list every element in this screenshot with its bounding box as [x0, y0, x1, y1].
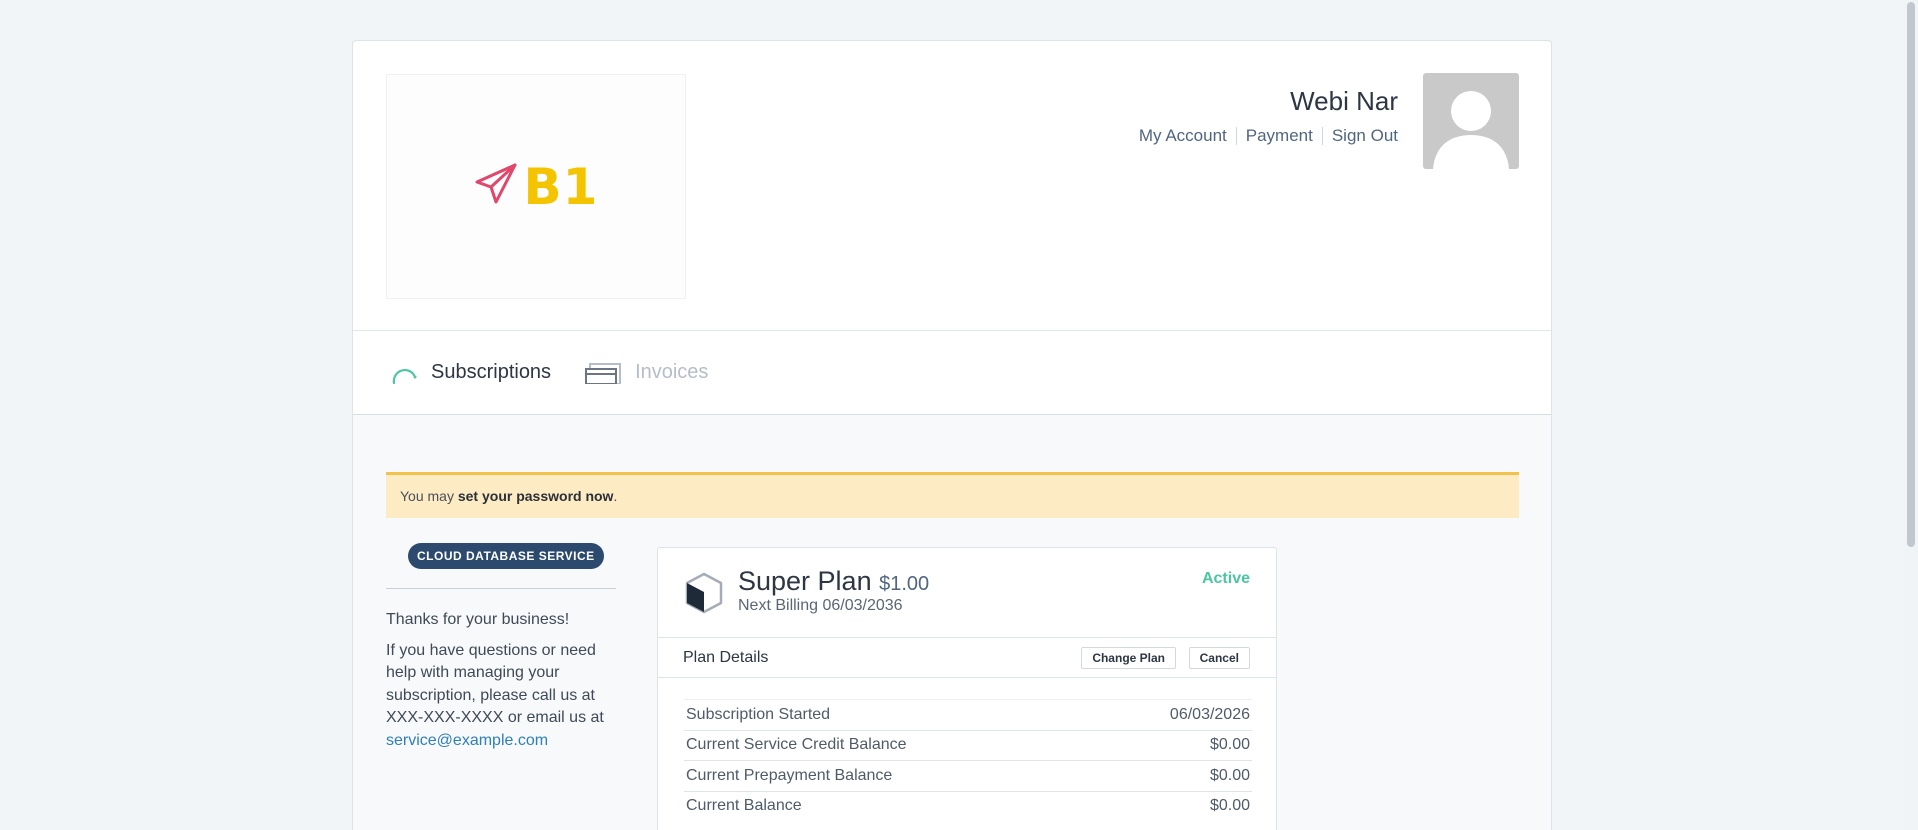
help-body: If you have questions or need help with …: [386, 641, 604, 727]
row-label: Subscription Started: [686, 705, 831, 723]
status-badge: Active: [1201, 570, 1250, 587]
plan-details-label: Plan Details: [683, 649, 769, 666]
tab-subscriptions[interactable]: Subscriptions: [391, 361, 551, 384]
table-row: Current Service Credit Balance $0.00: [684, 729, 1252, 761]
row-value: 06/03/2026: [1169, 705, 1250, 723]
sidebar-divider: [386, 588, 616, 589]
sign-out-link[interactable]: Sign Out: [1321, 127, 1398, 145]
service-badge: CLOUD DATABASE SERVICE: [408, 543, 604, 569]
subscriptions-panel: You may set your password now. CLOUD DAT…: [353, 415, 1551, 830]
table-row: Subscription Started 06/03/2026: [684, 699, 1252, 730]
plan-price: $1.00: [879, 573, 930, 595]
support-sidebar: CLOUD DATABASE SERVICE Thanks for your b…: [386, 543, 616, 752]
logo-text: B1: [523, 157, 599, 216]
row-value: $0.00: [1209, 766, 1250, 784]
row-value: $0.00: [1209, 797, 1250, 815]
alert-prefix: You may: [400, 488, 458, 504]
plan-details-table: Subscription Started 06/03/2026 Current …: [684, 699, 1252, 821]
table-row: Current Prepayment Balance $0.00: [684, 760, 1252, 791]
plan-card: Super Plan $1.00 Next Billing 06/03/2036…: [657, 547, 1277, 830]
plan-name: Super Plan: [738, 566, 872, 596]
row-label: Current Service Credit Balance: [686, 736, 907, 754]
avatar[interactable]: [1423, 73, 1519, 169]
plan-title: Super Plan $1.00: [738, 566, 929, 597]
plan-header: Super Plan $1.00 Next Billing 06/03/2036…: [658, 548, 1276, 638]
paper-plane-icon: [474, 162, 518, 211]
invoices-icon: [585, 362, 623, 384]
password-alert: You may set your password now.: [386, 472, 1519, 518]
row-label: Current Balance: [686, 797, 802, 815]
tab-bar: Subscriptions Invoices: [353, 331, 1551, 415]
plan-details-bar: Plan Details Change Plan Cancel: [658, 638, 1276, 678]
user-name: Webi Nar: [1290, 86, 1398, 116]
tab-invoices-label: Invoices: [635, 361, 709, 383]
tab-invoices[interactable]: Invoices: [585, 361, 708, 384]
page-scrollbar[interactable]: [1904, 0, 1918, 830]
set-password-link[interactable]: set your password now: [458, 488, 614, 504]
support-email-link[interactable]: service@example.com: [386, 732, 548, 749]
alert-suffix: .: [613, 488, 618, 504]
scrollbar-thumb[interactable]: [1907, 2, 1915, 547]
payment-link[interactable]: Payment: [1235, 127, 1322, 145]
help-text: If you have questions or need help with …: [386, 640, 616, 753]
brand-logo: B1: [386, 74, 686, 299]
next-billing: Next Billing 06/03/2036: [738, 597, 903, 614]
user-links: My Account Payment Sign Out: [1139, 127, 1398, 145]
tab-subscriptions-label: Subscriptions: [431, 361, 552, 383]
cancel-button[interactable]: Cancel: [1188, 647, 1250, 669]
row-value: $0.00: [1209, 736, 1250, 754]
cube-icon: [684, 572, 724, 619]
my-account-link[interactable]: My Account: [1139, 127, 1236, 145]
customer-portal-card: B1 Webi Nar My Account Payment Sign Out …: [352, 40, 1552, 830]
thanks-text: Thanks for your business!: [386, 611, 570, 628]
row-label: Current Prepayment Balance: [686, 766, 893, 784]
user-silhouette-icon: [1433, 91, 1509, 169]
portal-header: B1 Webi Nar My Account Payment Sign Out: [353, 41, 1551, 331]
table-row: Current Balance $0.00: [684, 790, 1252, 822]
change-plan-button[interactable]: Change Plan: [1081, 647, 1176, 669]
arc-icon: [391, 362, 419, 384]
